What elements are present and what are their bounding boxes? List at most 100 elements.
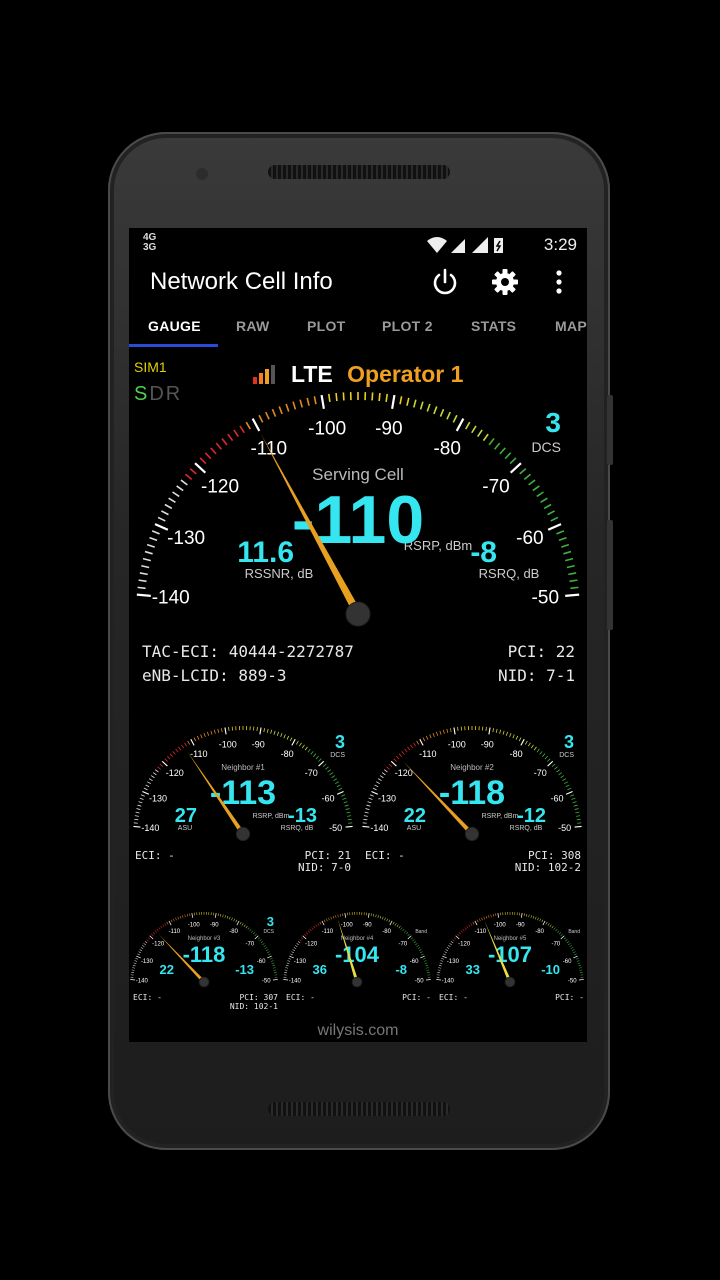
gauge-tick (347, 818, 352, 821)
gauge-tick (315, 755, 319, 760)
gauge-tick (558, 932, 562, 935)
clock: 3:29 (543, 235, 577, 254)
gauge-tick (540, 497, 548, 504)
gauge-tick (577, 962, 581, 964)
gauge-tick (466, 925, 469, 929)
gauge-tick (405, 932, 409, 935)
gauge-tick (479, 918, 481, 922)
gauge-tick (375, 914, 377, 918)
band-value: 3 (545, 407, 561, 438)
tab-map[interactable]: MAP (555, 318, 587, 334)
neighbor-rsrp-label: RSRP, dBm (482, 813, 519, 820)
gauge-tick (194, 462, 207, 474)
gauge-scale-label: -70 (305, 768, 318, 778)
gauge-tick (488, 438, 495, 446)
gauge-tick (363, 818, 368, 821)
gauge-tick (565, 784, 570, 788)
gauge-tick (177, 916, 179, 920)
gauge-tick (398, 753, 402, 757)
gauge-tick (138, 801, 143, 804)
gauge-tick (247, 927, 250, 930)
gauge-tick (149, 536, 158, 542)
top-speaker (268, 165, 450, 179)
gauge-tick (371, 790, 379, 795)
gauge-tick (425, 967, 429, 969)
tab-stats[interactable]: STATS (471, 318, 516, 334)
more-options-icon[interactable] (544, 267, 574, 297)
gauge-tick (224, 915, 226, 918)
gauge-tick (181, 744, 185, 749)
gauge-tick (423, 960, 427, 962)
neighbor-rsrp-label: RSRP, dBm (253, 813, 290, 820)
gauge-tick (328, 393, 331, 402)
enb-lcid: eNB-LCID: 889-3 (142, 666, 287, 685)
gauge-tick (566, 564, 575, 569)
gauge-tick (544, 755, 548, 760)
gauge-tick (549, 924, 552, 928)
gauge-tick (558, 772, 563, 776)
gauge-tick (426, 403, 431, 412)
neighbor3-eci: ECI: - (133, 993, 162, 1002)
gauge-tick (539, 751, 543, 755)
tab-plot2[interactable]: PLOT 2 (382, 318, 433, 334)
gauge-tick (332, 915, 335, 919)
gauge-tick (400, 927, 403, 930)
gauge-tick (432, 733, 435, 738)
tab-plot[interactable]: PLOT (307, 318, 346, 334)
gauge-scale-label: -50 (415, 979, 424, 985)
gauge-tick (167, 755, 171, 760)
tab-gauge[interactable]: GAUGE (148, 318, 201, 334)
gauge-scale-label: -130 (141, 959, 154, 965)
gauge-tick (422, 958, 426, 960)
mini-rsrp-value: -104 (335, 942, 380, 967)
gauge-tick (251, 930, 254, 933)
gauge-tick (574, 808, 579, 810)
gauge-tick (565, 593, 580, 597)
gear-icon[interactable] (490, 267, 520, 297)
gauge-tick (438, 964, 442, 967)
gauge-tick (164, 923, 167, 926)
neighbor-gauge-3: -140-130-120-110-100 -90-80-70-60-50Neigh… (130, 912, 278, 988)
gauge-tick (178, 746, 182, 751)
gauge-tick (413, 742, 416, 747)
gauge-tick (239, 921, 242, 925)
gauge-tick (162, 924, 165, 928)
mini-rsrp-value: -118 (183, 942, 226, 967)
gauge-tick (304, 746, 308, 751)
gauge-tick (393, 758, 397, 762)
gauge-tick (191, 912, 194, 918)
app-title: Network Cell Info (150, 268, 333, 295)
footer-link[interactable]: wilysis.com (129, 1022, 587, 1040)
rsrp-value: -110 (292, 482, 424, 558)
neighbor-rsrq-label: RSRQ, dB (281, 825, 314, 832)
gauge-tick (525, 740, 528, 745)
tab-raw[interactable]: RAW (236, 318, 270, 334)
gauge-tick (452, 414, 458, 423)
gauge-tick (164, 758, 168, 762)
sim-label: SIM1 (134, 359, 167, 375)
tech-label: LTE (291, 361, 333, 387)
gauge-tick (394, 923, 397, 926)
signal-icon (451, 239, 465, 253)
gauge-tick (523, 913, 525, 917)
gauge-scale-label: -100 (494, 922, 507, 928)
neighbor1-eci: ECI: - (135, 849, 175, 862)
gauge-tick (407, 935, 412, 940)
gauge-tick (175, 748, 179, 753)
gauge-tick (545, 921, 548, 925)
gauge-tick (148, 778, 153, 782)
gauge-tick (263, 728, 266, 733)
gauge-tick (404, 748, 408, 753)
gauge-tick (550, 516, 559, 522)
gauge-tick (135, 958, 139, 960)
gauge-tick (210, 730, 213, 735)
gauge-tick (133, 825, 141, 828)
gauge-tick (429, 734, 432, 739)
gauge-tick (389, 920, 393, 926)
gauge-tick (152, 772, 157, 776)
gauge-tick (557, 930, 560, 933)
gauge-tick (571, 949, 575, 952)
gauge-scale-label: -50 (262, 979, 271, 985)
power-icon[interactable] (430, 267, 460, 297)
gauge-tick (143, 787, 148, 791)
